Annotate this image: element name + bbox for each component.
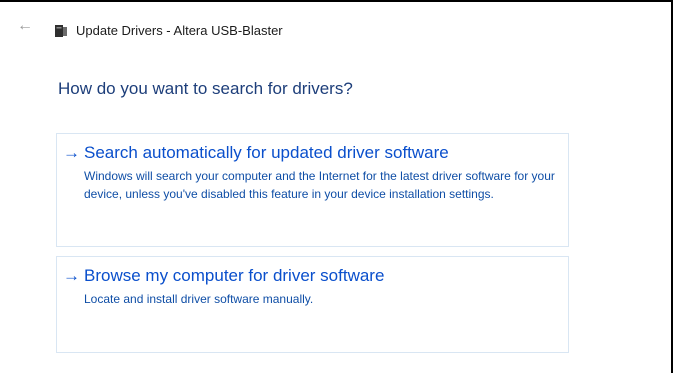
browse-computer-option[interactable]: → Browse my computer for driver software … bbox=[56, 256, 569, 353]
option-title-label: Browse my computer for driver software bbox=[84, 266, 385, 285]
device-icon bbox=[55, 25, 67, 37]
right-arrow-icon: → bbox=[63, 266, 80, 285]
window-title: Update Drivers - Altera USB-Blaster bbox=[76, 23, 283, 38]
search-automatically-option[interactable]: → Search automatically for updated driver… bbox=[56, 133, 569, 247]
option-title: → Search automatically for updated driver… bbox=[63, 142, 449, 164]
title-bar: ← Update Drivers - Altera USB-Blaster bbox=[0, 2, 671, 39]
option-description: Locate and install driver software manua… bbox=[84, 292, 314, 306]
back-arrow-icon[interactable]: ← bbox=[17, 18, 33, 34]
right-arrow-icon: → bbox=[63, 143, 80, 162]
option-description: Windows will search your computer and th… bbox=[84, 169, 555, 201]
option-title: → Browse my computer for driver software bbox=[63, 265, 384, 287]
update-drivers-window: ← Update Drivers - Altera USB-Blaster Ho… bbox=[0, 0, 673, 373]
page-heading: How do you want to search for drivers? bbox=[58, 79, 353, 98]
option-title-label: Search automatically for updated driver … bbox=[84, 143, 449, 162]
